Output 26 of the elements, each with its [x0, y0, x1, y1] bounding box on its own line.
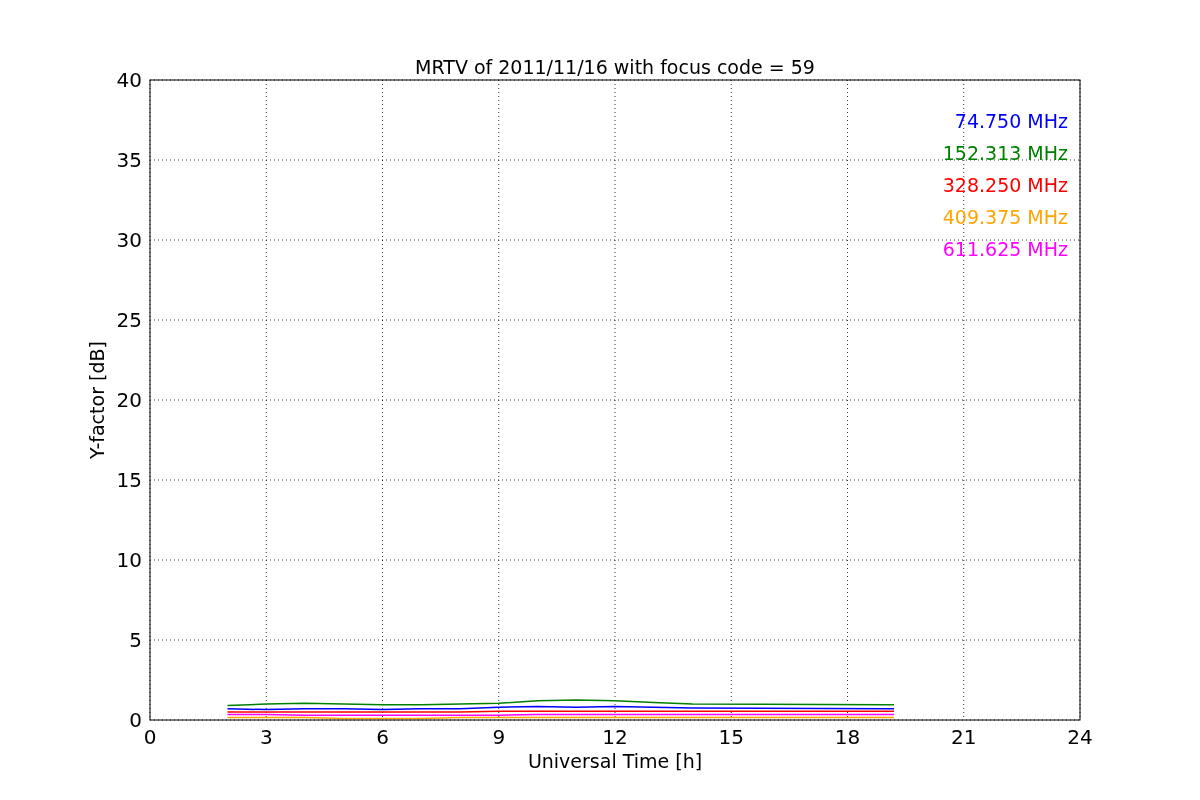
x-tick-label: 21 [951, 725, 977, 749]
legend-label: 74.750 MHz [954, 110, 1068, 132]
y-tick-label: 25 [116, 308, 142, 332]
legend-label: 409.375 MHz [942, 206, 1068, 228]
y-tick-label: 30 [116, 228, 142, 252]
y-axis-label: Y-factor [dB] [86, 341, 108, 459]
x-tick-label: 18 [834, 725, 861, 749]
y-tick-label: 10 [116, 548, 142, 572]
chart-title: MRTV of 2011/11/16 with focus code = 59 [415, 56, 815, 78]
x-tick-label: 3 [259, 725, 273, 749]
legend-label: 611.625 MHz [942, 238, 1068, 260]
x-tick-label: 24 [1067, 725, 1093, 749]
x-tick-label: 9 [492, 725, 506, 749]
x-tick-label: 12 [602, 725, 628, 749]
y-tick-label: 5 [129, 628, 142, 652]
x-tick-label: 0 [143, 725, 157, 749]
y-tick-label: 0 [129, 708, 142, 732]
x-axis-label: Universal Time [h] [527, 750, 703, 772]
y-tick-label: 35 [116, 148, 142, 172]
y-tick-label: 20 [116, 388, 142, 412]
legend-label: 328.250 MHz [942, 174, 1068, 196]
y-tick-label: 40 [116, 68, 142, 92]
x-tick-label: 15 [718, 725, 744, 749]
x-tick-label: 6 [376, 725, 389, 749]
y-tick-label: 15 [116, 468, 142, 492]
legend-label: 152.313 MHz [942, 142, 1068, 164]
